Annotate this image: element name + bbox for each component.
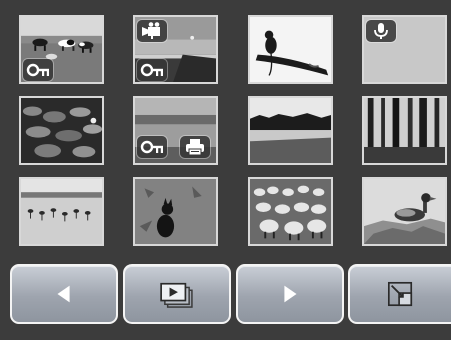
thumbnail-grid <box>0 0 451 250</box>
lock-icon <box>140 63 163 77</box>
print-badge <box>180 136 210 158</box>
photo-forest <box>364 98 445 163</box>
zoom-button[interactable] <box>348 264 451 324</box>
lock-icon <box>140 140 163 154</box>
thumbnail-flamingos[interactable] <box>19 177 104 246</box>
video-badge <box>137 20 167 42</box>
thumbnail-lakeside[interactable] <box>133 96 218 165</box>
lock-badge <box>137 136 167 158</box>
lock-badge <box>137 59 167 81</box>
thumbnail-lily-pads[interactable] <box>19 96 104 165</box>
video-camera-icon <box>142 22 160 39</box>
next-button[interactable] <box>236 264 344 324</box>
microphone-badge <box>366 20 396 42</box>
lock-badge <box>23 59 53 81</box>
photo-monkey <box>250 17 331 82</box>
photo-sheep <box>250 179 331 244</box>
microphone-icon <box>374 23 388 39</box>
photo-duck <box>364 179 445 244</box>
triangle-left-icon <box>57 285 70 303</box>
playback-toolbar <box>0 258 451 340</box>
thumbnail-sheep[interactable] <box>248 177 333 246</box>
printer-icon <box>186 139 204 156</box>
photo-fox <box>135 179 216 244</box>
photo-lake-trees <box>250 98 331 163</box>
photo-flamingos <box>21 179 102 244</box>
thumbnail-lake-trees[interactable] <box>248 96 333 165</box>
slideshow-icon <box>160 282 193 308</box>
thumbnail-sunset[interactable] <box>133 15 218 84</box>
thumbnail-duck[interactable] <box>362 177 447 246</box>
thumbnail-cows[interactable] <box>19 15 104 84</box>
thumbnail-fox[interactable] <box>133 177 218 246</box>
thumbnail-monkey[interactable] <box>248 15 333 84</box>
thumbnail-voice-memo[interactable] <box>362 15 447 84</box>
zoom-corner-icon <box>387 281 413 307</box>
slideshow-button[interactable] <box>123 264 231 324</box>
thumbnail-forest[interactable] <box>362 96 447 165</box>
triangle-right-icon <box>284 285 297 303</box>
previous-button[interactable] <box>10 264 118 324</box>
lock-icon <box>26 63 49 77</box>
photo-lily-pads <box>21 98 102 163</box>
